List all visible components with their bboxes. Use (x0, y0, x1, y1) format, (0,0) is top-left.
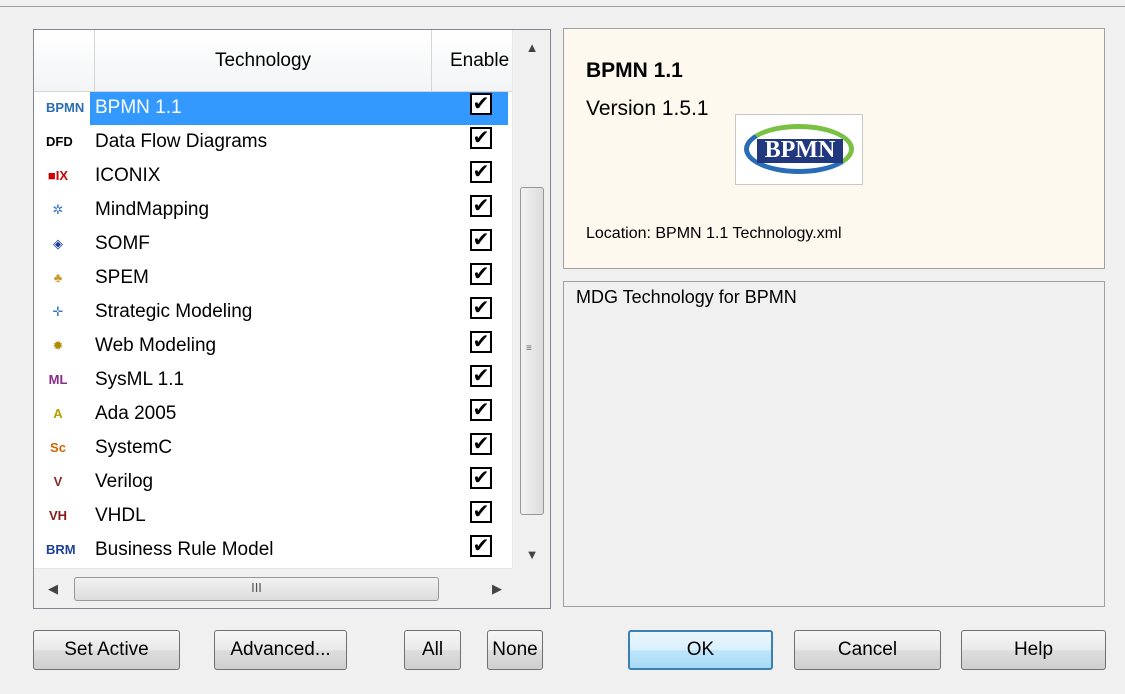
list-header: Technology Enable (34, 30, 512, 92)
technology-name: Web Modeling (95, 335, 217, 356)
technology-description: MDG Technology for BPMN (576, 287, 797, 307)
logo-text: BPMN (764, 137, 836, 163)
technology-name: Strategic Modeling (95, 301, 253, 322)
header-enabled[interactable]: Enable (432, 30, 512, 91)
scrollbar-corner (512, 568, 550, 608)
list-item[interactable]: ♣ SPEM (34, 261, 512, 295)
enabled-checkbox[interactable] (470, 399, 492, 421)
scroll-left-icon[interactable]: ◀ (40, 569, 66, 608)
technology-title: BPMN 1.1 (586, 59, 683, 82)
vertical-scrollbar[interactable]: ▲ ≡ ▼ (512, 30, 550, 568)
scroll-grip-icon: ≡ (526, 343, 532, 354)
technology-name: Ada 2005 (95, 403, 177, 424)
list-item[interactable]: Sc SystemC (34, 431, 512, 465)
list-item[interactable]: ✲ MindMapping (34, 193, 512, 227)
set-active-button[interactable]: Set Active (33, 630, 180, 670)
technology-name: Verilog (95, 471, 154, 492)
spem-icon: ♣ (53, 270, 63, 285)
list-item[interactable]: VH VHDL (34, 499, 512, 533)
vertical-scroll-thumb[interactable] (520, 187, 544, 515)
horizontal-scrollbar[interactable]: ◀ III ▶ (34, 568, 512, 608)
technology-name: BPMN 1.1 (95, 97, 182, 118)
technology-name: SOMF (95, 233, 150, 254)
technology-name: Data Flow Diagrams (95, 131, 268, 152)
help-button[interactable]: Help (961, 630, 1106, 670)
technology-name: Business Rule Model (95, 539, 274, 560)
enabled-checkbox[interactable] (470, 501, 492, 523)
vhdl-icon: VH (48, 508, 68, 523)
strategic-modeling-icon: ✛ (52, 304, 64, 319)
web-modeling-icon: ✹ (52, 338, 64, 353)
enabled-checkbox[interactable] (470, 297, 492, 319)
technology-name: MindMapping (95, 199, 210, 220)
enabled-checkbox[interactable] (470, 161, 492, 183)
list-item[interactable]: ◈ SOMF (34, 227, 512, 261)
scroll-up-icon[interactable]: ▲ (513, 30, 550, 66)
technology-rows: BPMN BPMN 1.1 DFD Data Flow Diagrams ■IX ICON… (34, 82, 512, 562)
scroll-down-icon[interactable]: ▼ (513, 542, 550, 568)
enabled-checkbox[interactable] (470, 365, 492, 387)
list-item[interactable]: ■IX ICONIX (34, 159, 512, 193)
technology-name: ICONIX (95, 165, 161, 186)
list-item[interactable]: ✛ Strategic Modeling (34, 295, 512, 329)
enabled-checkbox[interactable] (470, 467, 492, 489)
dialog-top-edge (0, 0, 1125, 7)
cancel-button[interactable]: Cancel (794, 630, 941, 670)
technology-list[interactable]: BPMN BPMN 1.1 DFD Data Flow Diagrams ■IX ICON… (33, 29, 551, 609)
enabled-checkbox[interactable] (470, 535, 492, 557)
enabled-checkbox[interactable] (470, 93, 492, 115)
list-item[interactable]: A Ada 2005 (34, 397, 512, 431)
enabled-checkbox[interactable] (470, 195, 492, 217)
iconix-icon: ■IX (47, 168, 69, 183)
technology-description-panel: MDG Technology for BPMN (563, 281, 1105, 607)
horizontal-scroll-thumb[interactable]: III (74, 577, 439, 601)
bpmn-logo: BPMN (735, 114, 863, 185)
mindmap-icon: ✲ (52, 202, 64, 217)
enabled-checkbox[interactable] (470, 263, 492, 285)
technology-info-panel: BPMN 1.1 Version 1.5.1 BPMN Location: BP… (563, 28, 1105, 269)
list-item[interactable]: ML SysML 1.1 (34, 363, 512, 397)
enabled-checkbox[interactable] (470, 433, 492, 455)
none-button[interactable]: None (487, 630, 543, 670)
technology-name: SysML 1.1 (95, 369, 185, 390)
technology-version: Version 1.5.1 (586, 97, 709, 120)
bpmn-icon: BPMN (46, 100, 85, 115)
ada-icon: A (53, 406, 63, 421)
verilog-icon: V (53, 474, 63, 489)
ok-button[interactable]: OK (628, 630, 773, 670)
header-technology[interactable]: Technology (95, 30, 432, 91)
list-item[interactable]: DFD Data Flow Diagrams (34, 125, 512, 159)
brm-icon: BRM (46, 542, 76, 557)
list-item[interactable]: BPMN BPMN 1.1 (34, 91, 512, 125)
advanced-button[interactable]: Advanced... (214, 630, 347, 670)
all-button[interactable]: All (404, 630, 461, 670)
technology-name: VHDL (95, 505, 146, 526)
list-item[interactable]: V Verilog (34, 465, 512, 499)
enabled-checkbox[interactable] (470, 229, 492, 251)
technology-location: Location: BPMN 1.1 Technology.xml (586, 225, 842, 242)
scroll-right-icon[interactable]: ▶ (484, 569, 510, 608)
list-item[interactable]: BRM Business Rule Model (34, 533, 512, 562)
systemc-icon: Sc (50, 440, 66, 455)
header-icon-column[interactable] (34, 30, 95, 91)
list-item[interactable]: ✹ Web Modeling (34, 329, 512, 363)
somf-icon: ◈ (53, 236, 63, 251)
technology-name: SystemC (95, 437, 173, 458)
technology-name: SPEM (95, 267, 149, 288)
enabled-checkbox[interactable] (470, 331, 492, 353)
enabled-checkbox[interactable] (470, 127, 492, 149)
dfd-icon: DFD (46, 134, 73, 149)
sysml-icon: ML (48, 372, 68, 387)
